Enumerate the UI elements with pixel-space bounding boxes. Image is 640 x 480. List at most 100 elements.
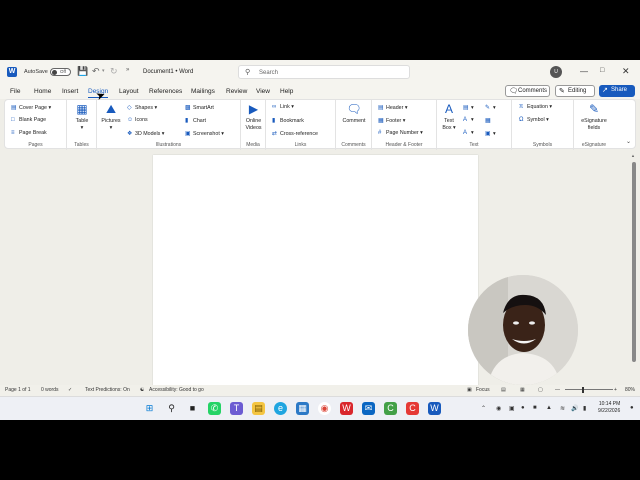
quick-parts-button[interactable]: ▤ ▾ (463, 104, 474, 111)
focus-button[interactable]: Focus (476, 387, 490, 393)
share-button-label: Share (611, 87, 628, 93)
cross-reference-button[interactable]: ⇄ Cross-reference (272, 130, 318, 137)
editing-mode-button[interactable]: ✎ Editing (555, 85, 595, 97)
text-predictions-status[interactable]: Text Predictions: On (85, 387, 130, 393)
date-time-button[interactable]: ▦ (485, 117, 493, 124)
word-count[interactable]: 0 words (41, 387, 59, 393)
wordart-button[interactable]: A ▾ (463, 117, 474, 123)
tab-view[interactable]: View (256, 88, 270, 95)
smartart-button[interactable]: ▩ SmartArt (185, 104, 214, 111)
esignature-fields-button[interactable]: ✎ eSignature fields (574, 103, 614, 131)
file-explorer-icon[interactable]: ▤ (252, 402, 265, 415)
search-input[interactable]: ⚲ Search (238, 65, 410, 79)
chrome-icon[interactable]: ◉ (318, 402, 331, 415)
new-comment-button[interactable]: 🗨 Comment (338, 103, 370, 125)
cover-page-button[interactable]: ▤ Cover Page ▾ (11, 104, 51, 111)
tab-file[interactable]: File (10, 88, 20, 95)
battery-icon[interactable]: ▮ (583, 405, 586, 412)
print-layout-icon[interactable]: ▦ (520, 387, 525, 393)
page-break-button[interactable]: ≡ Page Break (11, 130, 47, 136)
footer-button[interactable]: ▦ Footer ▾ (378, 117, 405, 124)
document-page[interactable] (153, 155, 478, 390)
page-number-button[interactable]: # Page Number ▾ (378, 130, 423, 136)
header-button[interactable]: ▤ Header ▾ (378, 104, 408, 111)
outlook-icon[interactable]: ✉ (362, 402, 375, 415)
symbol-button[interactable]: Ω Symbol ▾ (519, 117, 549, 123)
webcam-overlay (468, 275, 578, 385)
tray-app-icon[interactable]: ◉ (496, 405, 501, 412)
bookmark-button[interactable]: ▮ Bookmark (272, 117, 304, 124)
search-icon[interactable]: ⚲ (165, 402, 178, 415)
tab-layout[interactable]: Layout (119, 88, 139, 95)
vertical-scrollbar[interactable]: ▲ ▼ (631, 152, 637, 390)
proofing-icon[interactable]: ✓ (68, 387, 72, 393)
chart-button[interactable]: ▮ Chart (185, 117, 206, 124)
tray-overflow-icon[interactable]: ⌃ (481, 405, 486, 412)
comments-button[interactable]: 🗨 Comments (505, 85, 550, 97)
camtasia-icon[interactable]: C (384, 402, 397, 415)
chevron-down-icon[interactable]: ⌄ (626, 138, 631, 145)
read-mode-icon[interactable]: ▤ (501, 387, 506, 393)
tray-app-icon-5[interactable]: ▲ (546, 405, 552, 411)
shapes-button[interactable]: ◇ Shapes ▾ (127, 104, 157, 111)
online-videos-button[interactable]: ▶ Online Videos (242, 103, 265, 131)
zoom-level[interactable]: 80% (625, 387, 635, 393)
save-icon[interactable]: 💾 (77, 67, 88, 76)
tab-review[interactable]: Review (226, 88, 247, 95)
wifi-icon[interactable]: ≋ (560, 405, 565, 412)
tray-app-icon-2[interactable]: ▣ (509, 405, 515, 412)
zoom-out-icon[interactable]: — (555, 387, 560, 393)
system-clock[interactable]: 10:14 PM 9/22/2026 (598, 401, 620, 415)
recorder-icon[interactable]: C (406, 402, 419, 415)
zoom-in-icon[interactable]: + (614, 387, 617, 393)
page-count[interactable]: Page 1 of 1 (5, 387, 31, 393)
more-commands-icon[interactable]: » (126, 67, 129, 73)
teams-icon[interactable]: T (230, 402, 243, 415)
text-box-button[interactable]: A Text Box ▾ (440, 103, 458, 131)
notification-icon[interactable]: ● (630, 405, 634, 411)
3d-models-button[interactable]: ❖ 3D Models ▾ (127, 130, 164, 137)
web-layout-icon[interactable]: ▢ (538, 387, 543, 393)
undo-icon[interactable]: ↶ (92, 66, 100, 77)
edge-icon[interactable]: e (274, 402, 287, 415)
tab-insert[interactable]: Insert (62, 88, 78, 95)
tab-references[interactable]: References (149, 88, 182, 95)
maximize-icon[interactable]: □ (600, 67, 604, 74)
tray-app-icon-3[interactable]: ● (521, 405, 525, 411)
table-button[interactable]: ▦ Table ▾ (72, 103, 92, 131)
autosave-toggle[interactable]: Off (50, 68, 71, 76)
omega-icon: Ω (519, 117, 524, 123)
symbol-label: Symbol (527, 117, 545, 123)
share-button[interactable]: ↗ Share (599, 85, 635, 97)
close-icon[interactable]: ✕ (622, 66, 630, 77)
zoom-slider[interactable] (565, 389, 613, 390)
accessibility-status[interactable]: Accessibility: Good to go (149, 387, 204, 393)
tray-app-icon-4[interactable]: ■ (533, 405, 537, 411)
task-view-icon[interactable]: ■ (186, 402, 199, 415)
blank-page-button[interactable]: □ Blank Page (11, 117, 46, 123)
store-icon[interactable]: ▦ (296, 402, 309, 415)
icons-button[interactable]: ☺ Icons (127, 117, 148, 123)
wps-icon[interactable]: W (340, 402, 353, 415)
link-button[interactable]: ∞ Link ▾ (272, 104, 294, 110)
equation-button[interactable]: π Equation ▾ (519, 104, 552, 110)
tab-home[interactable]: Home (34, 88, 51, 95)
zoom-slider-thumb[interactable] (582, 387, 584, 393)
object-button[interactable]: ▣ ▾ (485, 130, 496, 137)
tab-mailings[interactable]: Mailings (191, 88, 215, 95)
undo-dropdown-icon[interactable]: ▾ (102, 68, 105, 74)
drop-cap-button[interactable]: A ▾ (463, 130, 474, 136)
scrollbar-thumb[interactable] (632, 162, 636, 362)
account-avatar[interactable]: U (550, 66, 562, 78)
windows-start-icon[interactable]: ⊞ (143, 402, 156, 415)
signature-line-button[interactable]: ✎ ▾ (485, 104, 496, 111)
redo-icon[interactable]: ↻ (110, 66, 118, 77)
word-taskbar-icon[interactable]: W (428, 402, 441, 415)
scroll-up-icon[interactable]: ▲ (631, 153, 635, 158)
tab-help[interactable]: Help (280, 88, 293, 95)
screenshot-button[interactable]: ▣ Screenshot ▾ (185, 130, 224, 137)
volume-icon[interactable]: 🔊 (571, 405, 578, 412)
minimize-icon[interactable]: — (580, 67, 588, 76)
whatsapp-icon[interactable]: ✆ (208, 402, 221, 415)
pictures-button[interactable]: ⛰ Pictures ▾ (99, 103, 123, 131)
